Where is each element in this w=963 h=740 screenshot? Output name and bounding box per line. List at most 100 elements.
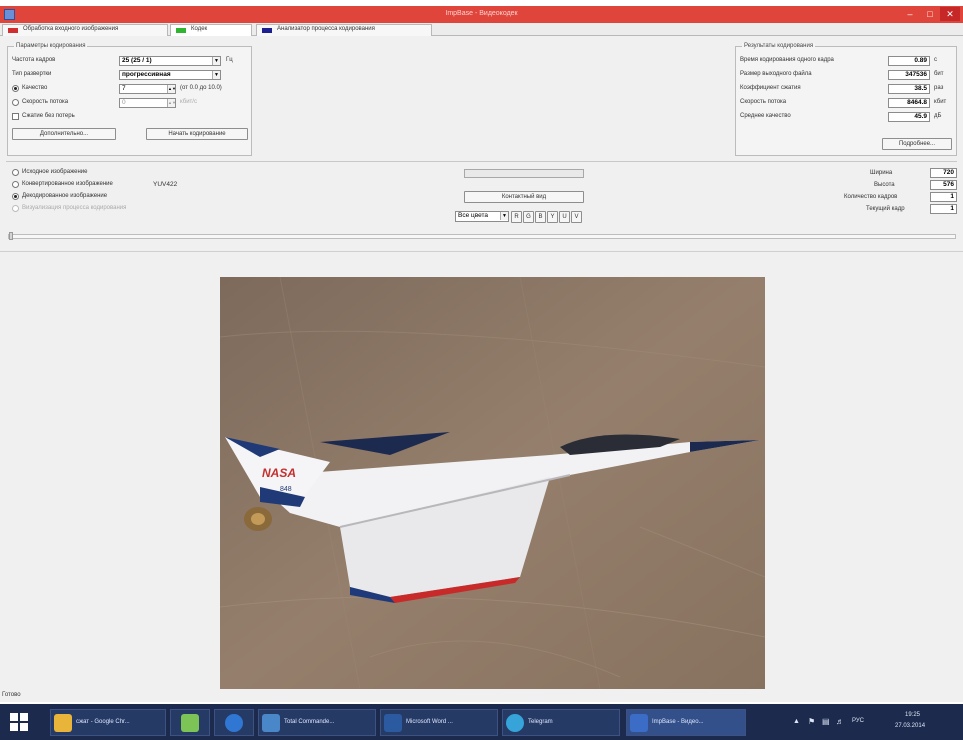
frame-slider-thumb[interactable] [9,232,13,240]
clock-time[interactable]: 19:25 [905,712,920,718]
color-layer-select[interactable]: Все цвета ▼ [455,211,509,222]
taskbar-impbase[interactable]: ImpBase - Видео... [626,709,746,736]
color-layer-value: Все цвета [458,212,489,219]
decoded-image: NASA 848 [220,277,765,689]
image-viewer: NASA 848 [0,251,963,692]
info-label: Высота [874,182,895,188]
clock-date[interactable]: 27.03.2014 [895,723,925,729]
tab-marker-icon [262,28,272,33]
info-label: Текущий кадр [866,206,905,212]
view-source-radio[interactable] [12,169,19,176]
frame-rate-select[interactable]: 25 (25 / 1) ▼ [119,56,221,66]
tab-image-processing[interactable]: Обработка входного изображения [2,24,168,36]
view-decoded-radio[interactable] [12,193,19,200]
tab-codec[interactable]: Кодек [170,24,252,36]
scan-type-value: прогрессивная [122,71,171,78]
current-frame-value: 1 [930,204,957,214]
status-bar: Готово [2,692,21,698]
taskbar-pinned-app[interactable] [170,709,210,736]
window-title: ImpBase - Видеокодек [445,10,518,17]
minimize-button[interactable]: – [900,7,920,21]
result-label: Время кодирования одного кадра [740,57,834,63]
channel-button-r[interactable]: R [511,211,522,223]
bitrate-label: Скорость потока [22,99,69,105]
scan-type-select[interactable]: прогрессивная ▼ [119,70,221,80]
taskbar-word[interactable]: Microsoft Word ... [380,709,498,736]
network-icon[interactable]: ▤ [822,717,830,726]
flag-icon[interactable]: ⚑ [808,717,815,726]
lossless-checkbox[interactable] [12,113,19,120]
impbase-icon [630,714,648,732]
tab-label: Кодек [191,26,208,32]
result-label: Коэффициент сжатия [740,85,801,91]
height-value: 576 [930,180,957,190]
aircraft-photo: NASA 848 [220,277,765,689]
frame-slider[interactable] [8,234,956,239]
telegram-icon [506,714,524,732]
bitrate-value: 0 [122,99,126,106]
chevron-down-icon: ▼ [500,212,508,220]
advanced-button[interactable]: Дополнительно... [12,128,116,140]
start-encoding-button[interactable]: Начать кодирование [146,128,248,140]
frame-rate-value: 25 (25 / 1) [122,57,152,64]
maximize-button[interactable]: □ [920,7,940,21]
spinner-arrows-icon[interactable]: ▲▼ [167,85,176,93]
task-label: Total Commande... [284,719,335,725]
result-unit: раз [934,85,944,91]
quality-radio[interactable] [12,85,19,92]
channel-button-b[interactable]: B [535,211,546,223]
windows-logo-icon [10,713,28,731]
group-legend: Результаты кодирования [742,43,816,49]
channel-button-g[interactable]: G [523,211,534,223]
channel-button-y[interactable]: Y [547,211,558,223]
language-indicator[interactable]: РУС [852,718,864,724]
result-value: 38.5 [888,84,930,94]
chrome-icon [54,714,72,732]
taskbar-telegram[interactable]: Telegram [502,709,620,736]
chevron-down-icon: ▼ [212,71,220,79]
result-label: Размер выходного файла [740,71,812,77]
app-icon [181,714,199,732]
lossless-label: Сжатие без потерь [22,113,75,119]
word-icon [384,714,402,732]
bitrate-unit: кбит/с [180,99,197,105]
info-label: Ширина [870,170,893,176]
volume-icon[interactable]: ♬ [836,717,844,726]
tab-encoding-analyzer[interactable]: Анализатор процесса кодирования [256,24,432,36]
view-visualization-radio[interactable] [12,205,19,212]
spinner-arrows-icon[interactable]: ▲▼ [167,99,176,107]
title-bar: ImpBase - Видеокодек – □ ✕ [0,6,963,23]
windows-start-button[interactable] [10,713,28,731]
quality-hint: (от 0.0 до 10.0) [180,85,222,91]
details-button[interactable]: Подробнее... [882,138,952,150]
channel-button-u[interactable]: U [559,211,570,223]
quality-spinner[interactable]: 7 ▲▼ [119,84,176,94]
close-button[interactable]: ✕ [940,7,960,21]
internet-explorer-icon [225,714,243,732]
app-window: ImpBase - Видеокодек – □ ✕ Обработка вхо… [0,6,963,702]
view-converted-radio[interactable] [12,181,19,188]
tray-expand-icon[interactable]: ▲ [793,718,800,725]
view-option-label: Визуализация процесса кодирования [22,205,127,211]
task-label: Microsoft Word ... [406,719,453,725]
frame-count-value: 1 [930,192,957,202]
result-unit: с [934,57,937,63]
channel-button-v[interactable]: V [571,211,582,223]
bitrate-radio[interactable] [12,99,19,106]
total-commander-icon [262,714,280,732]
tab-marker-icon [176,28,186,33]
tab-label: Анализатор процесса кодирования [277,26,375,32]
taskbar-total-commander[interactable]: Total Commande... [258,709,376,736]
result-value: 45.9 [888,112,930,122]
result-unit: бит [934,71,944,77]
taskbar-chrome[interactable]: сжат - Google Chr... [50,709,166,736]
tab-label: Обработка входного изображения [23,26,119,32]
taskbar: сжат - Google Chr... Total Commande... M… [0,704,963,740]
color-format-value: YUV422 [153,181,178,188]
quality-label: Качество [22,85,48,91]
bitrate-spinner[interactable]: 0 ▲▼ [119,98,176,108]
result-label: Скорость потока [740,99,787,105]
taskbar-internet-explorer[interactable] [214,709,254,736]
contact-view-button[interactable]: Контактный вид [464,191,584,203]
task-label: сжат - Google Chr... [76,719,130,725]
